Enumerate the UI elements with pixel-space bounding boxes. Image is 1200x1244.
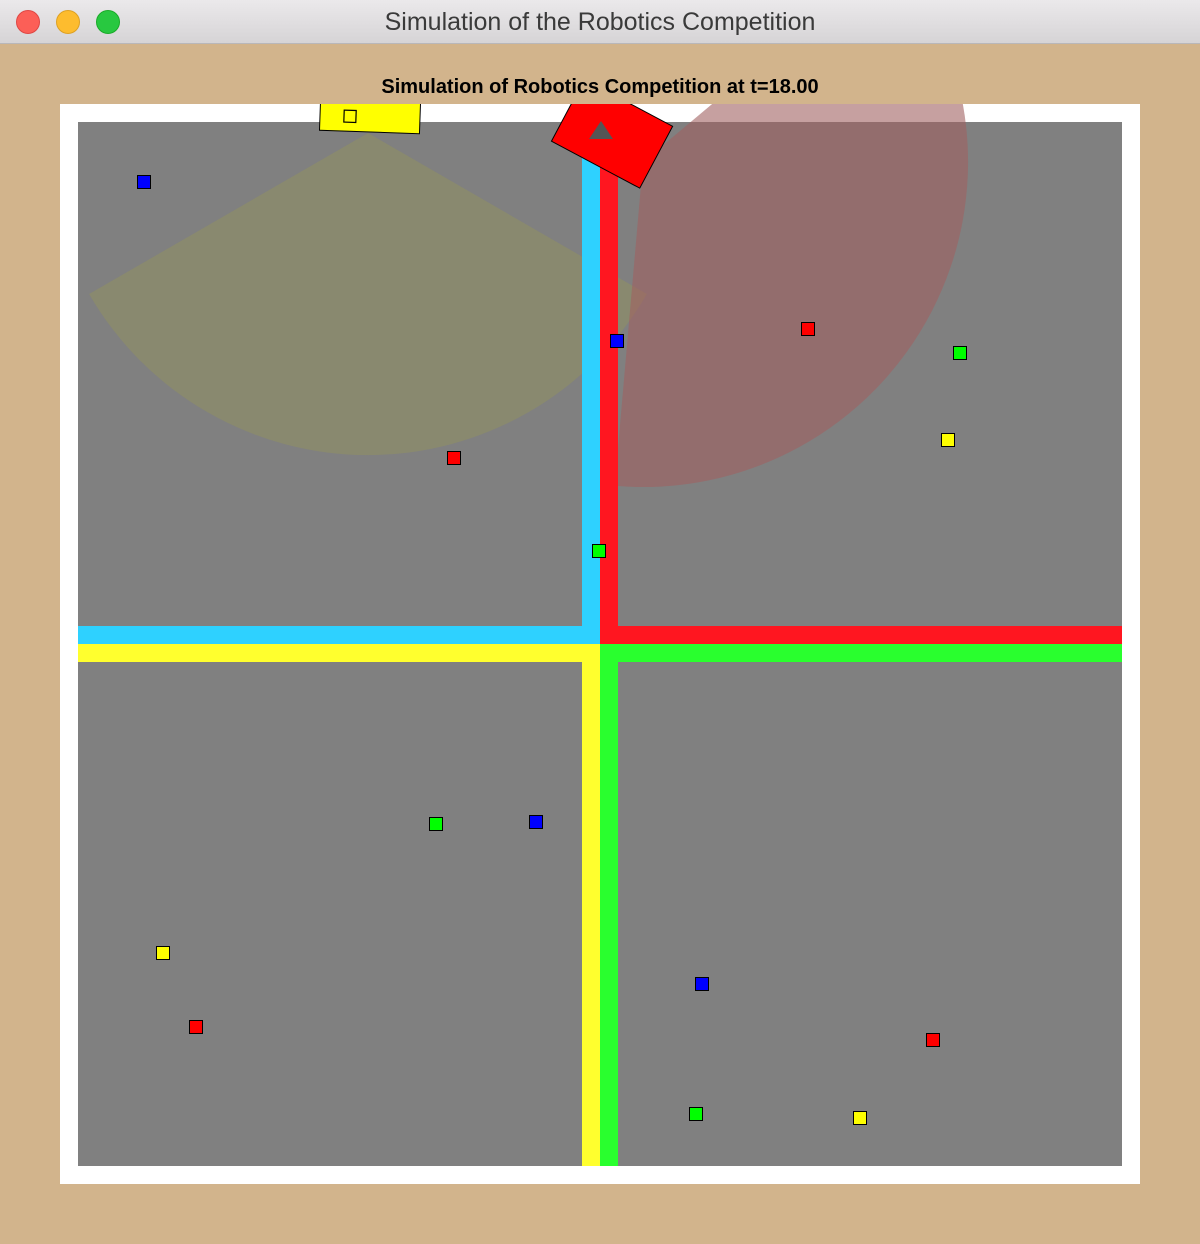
lane-yellow-horizontal [78,644,600,662]
token-5 [941,433,955,447]
lane-green-horizontal [600,644,1122,662]
window-title: Simulation of the Robotics Competition [384,8,816,36]
token-1 [137,175,151,189]
robot-yellow [318,104,422,135]
token-11 [189,1020,203,1034]
arena-frame [60,104,1140,1184]
token-15 [853,1111,867,1125]
lane-red-vertical [600,122,618,644]
token-13 [926,1033,940,1047]
title-bar: Simulation of the Robotics Competition [0,0,1200,44]
token-8 [429,817,443,831]
token-4 [953,346,967,360]
token-12 [695,977,709,991]
lane-yellow-vertical [582,644,600,1166]
robot-yellow-body [318,104,422,135]
lane-cyan-horizontal [78,626,600,644]
token-9 [529,815,543,829]
token-14 [689,1107,703,1121]
token-6 [447,451,461,465]
arena-canvas [78,104,1122,1166]
lane-red-horizontal [600,626,1122,644]
lane-cyan-vertical [582,122,600,644]
plot-title: Simulation of Robotics Competition at t=… [381,76,819,98]
token-2 [610,334,624,348]
lane-green-vertical [600,644,618,1166]
token-10 [156,946,170,960]
token-7 [592,544,606,558]
token-3 [801,322,815,336]
